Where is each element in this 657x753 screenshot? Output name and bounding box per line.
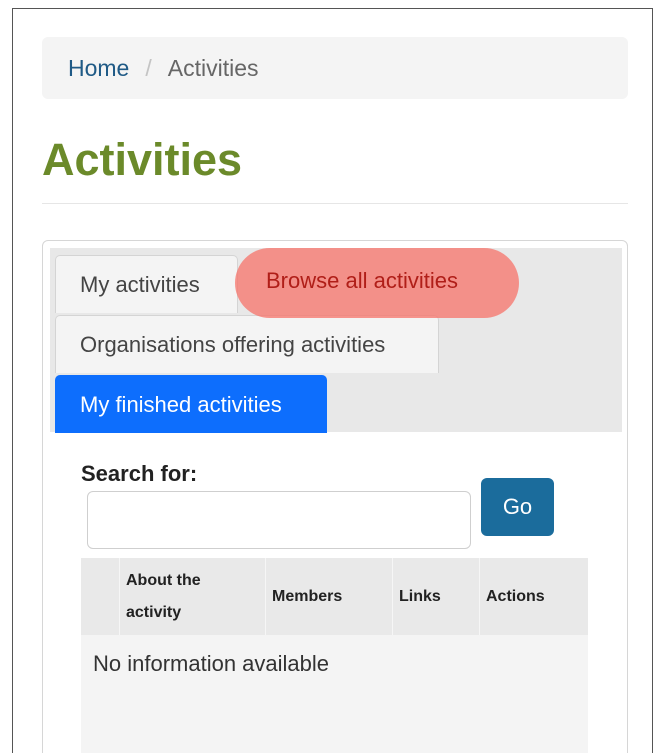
- column-header-actions: Actions: [486, 587, 545, 605]
- tab-my-finished-activities[interactable]: My finished activities: [55, 375, 327, 433]
- search-label: Search for:: [81, 461, 198, 486]
- page-title: Activities: [42, 134, 243, 185]
- breadcrumb-separator: /: [145, 54, 152, 81]
- column-header-about: About the activity: [120, 558, 266, 635]
- empty-message: No information available: [93, 651, 330, 676]
- table-empty-row: No information available: [81, 635, 588, 753]
- go-button[interactable]: Go: [481, 478, 554, 536]
- column-header-members: Members: [266, 558, 393, 635]
- column-header-links: Links: [393, 558, 480, 635]
- column-header-blank: [81, 558, 120, 635]
- tab-organisations-offering-activities[interactable]: Organisations offering activities: [55, 315, 439, 373]
- tab-my-activities[interactable]: My activities: [55, 255, 238, 313]
- table-header: About the activity Members Links Actions: [81, 558, 588, 635]
- breadcrumb-current: Activities: [167, 54, 259, 81]
- breadcrumb: Home / Activities: [42, 37, 628, 99]
- title-divider: [42, 203, 628, 204]
- tab-browse-all-label[interactable]: Browse all activities: [266, 268, 458, 294]
- breadcrumb-home-link[interactable]: Home: [68, 55, 129, 82]
- search-input[interactable]: [87, 491, 471, 549]
